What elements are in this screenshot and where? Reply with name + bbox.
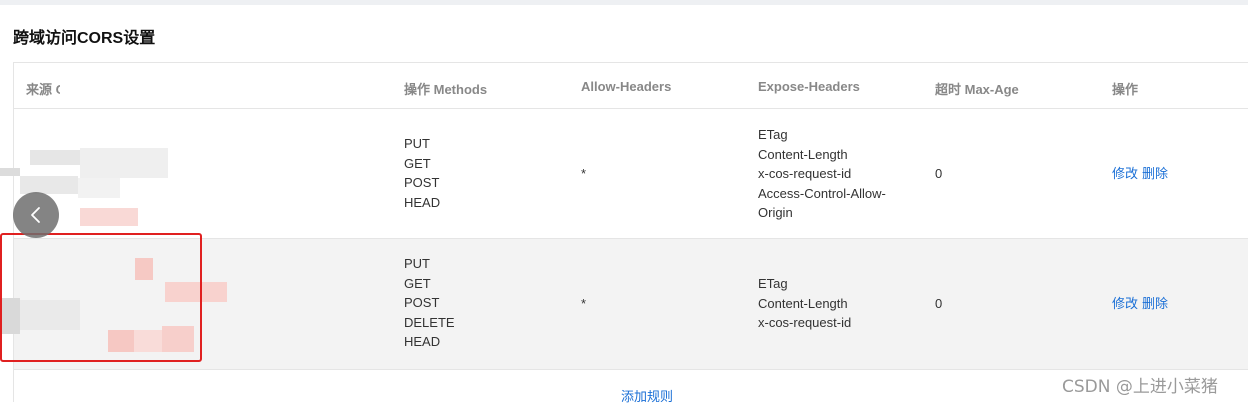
header-max-age: 超时 Max-Age: [935, 82, 1019, 97]
redaction-block: [20, 176, 78, 194]
expose-headers-cell: ETag Content-Length x-cos-request-id: [758, 274, 851, 333]
delete-link[interactable]: 删除: [1142, 296, 1168, 311]
expose-header-item: Origin: [758, 205, 793, 221]
chevron-left-icon: [31, 207, 40, 223]
expose-header-item: Content-Length: [758, 146, 848, 162]
expose-header-item: ETag: [758, 276, 788, 291]
expose-header-item: Content-Length: [758, 295, 848, 311]
method-item: GET: [404, 155, 431, 171]
edit-link[interactable]: 修改: [1112, 296, 1138, 311]
header-actions: 操作: [1112, 82, 1139, 97]
method-item: PUT: [404, 256, 430, 271]
header-allow-headers: Allow-Headers: [581, 79, 672, 94]
method-item: PUT: [404, 136, 430, 151]
redaction-block: [30, 150, 80, 165]
expose-header-item: ETag: [758, 127, 788, 142]
method-item: GET: [404, 275, 431, 291]
method-item: HEAD: [404, 194, 441, 210]
add-rule-link[interactable]: 添加规则: [621, 386, 673, 405]
expose-header-item: Access-Control-Allow-: [758, 185, 886, 201]
carousel-prev-button[interactable]: [13, 192, 59, 238]
redaction-block: [0, 168, 20, 176]
table-header: 来源 Origin 操作 Methods Allow-Headers Expos…: [14, 63, 1248, 109]
header-methods: 操作 Methods: [404, 82, 488, 97]
redaction-block: [78, 178, 120, 198]
method-item: HEAD: [404, 334, 441, 350]
highlight-box: [0, 233, 202, 362]
allow-headers-cell: *: [581, 296, 587, 311]
actions-cell: 修改 删除: [1112, 294, 1172, 314]
redaction-block: [60, 78, 130, 100]
redaction-block: [80, 208, 138, 226]
top-strip: [0, 0, 1248, 5]
expose-headers-cell: ETag Content-Length x-cos-request-id Acc…: [758, 125, 886, 223]
edit-link[interactable]: 修改: [1112, 166, 1138, 181]
methods-cell: PUT GET POST DELETE HEAD: [404, 254, 455, 352]
table-row: PUT GET POST HEAD * ETag Content-Length …: [14, 109, 1248, 239]
watermark: CSDN @上进小菜猪: [1062, 377, 1218, 397]
actions-cell: 修改 删除: [1112, 164, 1172, 184]
method-item: POST: [404, 295, 440, 311]
max-age-cell: 0: [935, 166, 943, 181]
expose-header-item: x-cos-request-id: [758, 166, 852, 182]
page-title: 跨域访问CORS设置: [13, 30, 156, 47]
expose-header-item: x-cos-request-id: [758, 315, 852, 331]
header-expose-headers: Expose-Headers: [758, 79, 860, 94]
max-age-cell: 0: [935, 296, 943, 311]
methods-cell: PUT GET POST HEAD: [404, 134, 440, 212]
delete-link[interactable]: 删除: [1142, 166, 1168, 181]
redaction-block: [80, 148, 168, 178]
method-item: POST: [404, 175, 440, 191]
allow-headers-cell: *: [581, 166, 587, 181]
method-item: DELETE: [404, 314, 455, 330]
